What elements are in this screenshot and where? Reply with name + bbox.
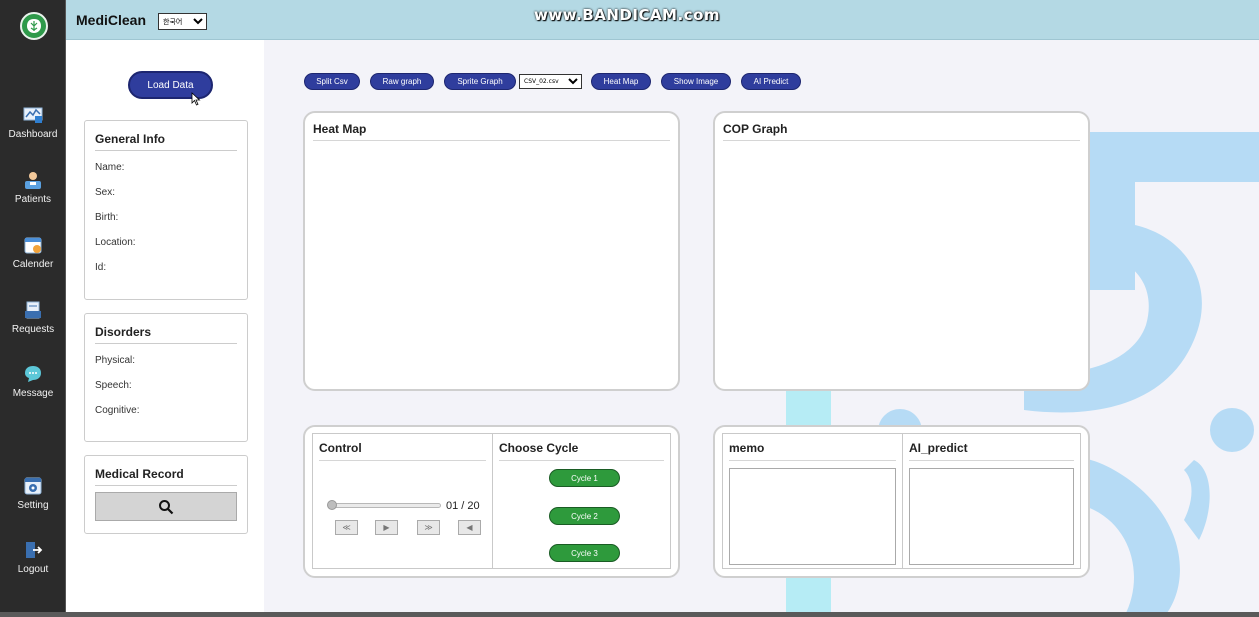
language-select[interactable]: 한국어 <box>158 13 207 30</box>
physical-field: Physical: <box>95 355 136 366</box>
nav-setting[interactable]: Setting <box>0 476 66 511</box>
calendar-icon <box>22 235 44 255</box>
nav-patients-label: Patients <box>14 194 52 205</box>
nav-logout[interactable]: Logout <box>0 540 66 575</box>
control-title: Control <box>319 441 486 461</box>
nav-logout-label: Logout <box>17 564 49 575</box>
nav-message-label: Message <box>12 388 54 399</box>
message-icon <box>22 364 44 384</box>
disorders-title: Disorders <box>95 325 237 344</box>
window-bottom-edge <box>0 612 1259 617</box>
ai-predict-output <box>909 468 1074 565</box>
heat-map-panel: Heat Map <box>303 111 680 391</box>
recording-watermark: www.BANDICAM.com <box>534 6 721 24</box>
play-button[interactable]: ▶ <box>375 520 398 535</box>
general-info-title: General Info <box>95 132 237 151</box>
csv-file-select[interactable]: CSV_02.csv <box>519 74 582 89</box>
split-csv-button[interactable]: Split Csv <box>304 73 360 90</box>
medical-record-title: Medical Record <box>95 467 237 486</box>
requests-icon <box>22 300 44 320</box>
heat-map-title: Heat Map <box>313 122 670 141</box>
nav-setting-label: Setting <box>17 500 49 511</box>
choose-cycle-section: Choose Cycle Cycle 1 Cycle 2 Cycle 3 <box>493 434 670 568</box>
general-info-card: General Info Name: Sex: Birth: Location:… <box>84 120 248 300</box>
ai-predict-button[interactable]: AI Predict <box>741 73 801 90</box>
heat-map-button[interactable]: Heat Map <box>591 73 651 90</box>
speech-field: Speech: <box>95 380 132 391</box>
location-field: Location: <box>95 237 136 248</box>
memo-section: memo <box>723 434 902 568</box>
app-logo-icon <box>20 12 48 40</box>
memo-textarea[interactable] <box>729 468 896 565</box>
cycle-2-button[interactable]: Cycle 2 <box>549 507 620 525</box>
last-frame-button[interactable]: ≫ <box>417 520 440 535</box>
nav-requests[interactable]: Requests <box>0 300 66 335</box>
control-frame: Control 01 / 20 ≪ ▶ ≫ ◀ Choose Cycle Cyc… <box>312 433 671 569</box>
birth-field: Birth: <box>95 212 119 223</box>
nav-calendar-label: Calender <box>12 259 54 270</box>
patient-info-panel: Load Data General Info Name: Sex: Birth:… <box>66 40 264 617</box>
id-field: Id: <box>95 262 107 273</box>
control-section: Control 01 / 20 ≪ ▶ ≫ ◀ <box>313 434 492 568</box>
memo-frame: memo AI_predict <box>722 433 1081 569</box>
patients-icon <box>22 170 44 190</box>
ai-predict-section: AI_predict <box>903 434 1080 568</box>
dashboard-icon <box>22 105 44 125</box>
cycle-1-button[interactable]: Cycle 1 <box>549 469 620 487</box>
sprite-graph-button[interactable]: Sprite Graph <box>444 73 516 90</box>
cop-graph-title: COP Graph <box>723 122 1080 141</box>
disorders-card: Disorders Physical: Speech: Cognitive: <box>84 313 248 442</box>
medical-record-search-button[interactable] <box>95 492 237 521</box>
nav-dashboard-label: Dashboard <box>8 129 58 140</box>
name-field: Name: <box>95 162 125 173</box>
sidebar: Dashboard Patients Calender Requests Mes… <box>0 0 66 617</box>
main-content: Split Csv Raw graph Sprite Graph CSV_02.… <box>264 40 1259 617</box>
search-icon <box>159 499 174 514</box>
ai-predict-title: AI_predict <box>909 441 1074 461</box>
logout-icon <box>22 540 44 560</box>
memo-title: memo <box>729 441 896 461</box>
cop-graph-panel: COP Graph <box>713 111 1090 391</box>
choose-cycle-title: Choose Cycle <box>499 441 664 461</box>
cycle-3-button[interactable]: Cycle 3 <box>549 544 620 562</box>
app-title: MediClean <box>76 12 147 28</box>
sex-field: Sex: <box>95 187 116 198</box>
frame-counter: 01 / 20 <box>446 500 480 512</box>
cognitive-field: Cognitive: <box>95 405 140 416</box>
frame-slider[interactable] <box>327 500 441 510</box>
show-image-button[interactable]: Show Image <box>661 73 731 90</box>
memo-panel: memo AI_predict <box>713 425 1090 578</box>
nav-patients[interactable]: Patients <box>0 170 66 205</box>
nav-calendar[interactable]: Calender <box>0 235 66 270</box>
app-header: MediClean 한국어 www.BANDICAM.com <box>66 0 1259 40</box>
setting-icon <box>22 476 44 496</box>
medical-record-card: Medical Record <box>84 455 248 534</box>
control-panel: Control 01 / 20 ≪ ▶ ≫ ◀ Choose Cycle Cyc… <box>303 425 680 578</box>
nav-requests-label: Requests <box>11 324 55 335</box>
reverse-button[interactable]: ◀ <box>458 520 481 535</box>
raw-graph-button[interactable]: Raw graph <box>370 73 434 90</box>
nav-dashboard[interactable]: Dashboard <box>0 105 66 140</box>
frame-slider-thumb[interactable] <box>327 500 337 510</box>
first-frame-button[interactable]: ≪ <box>335 520 358 535</box>
mouse-cursor-icon <box>191 92 201 106</box>
nav-message[interactable]: Message <box>0 364 66 399</box>
